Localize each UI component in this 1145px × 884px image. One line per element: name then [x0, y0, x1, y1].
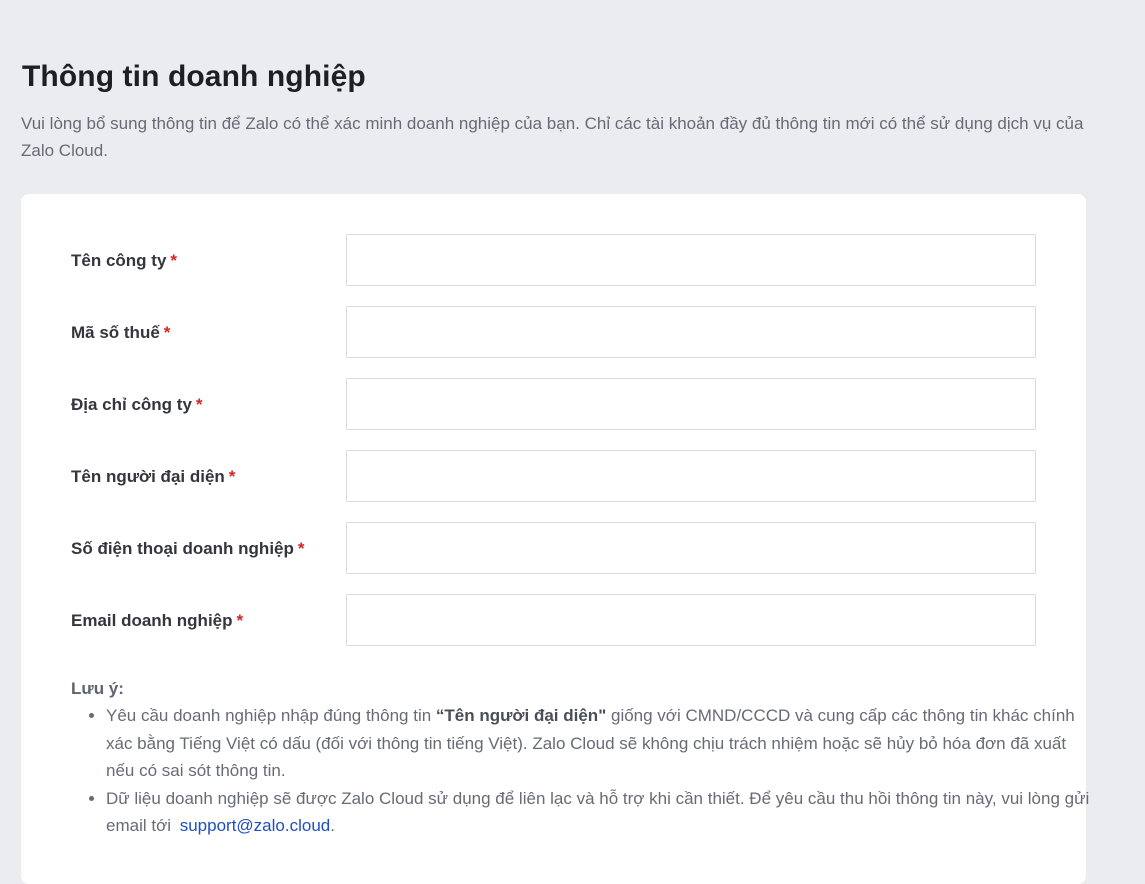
business-email-input[interactable]	[346, 594, 1036, 646]
note-item-1-bold: “Tên người đại diện"	[435, 706, 607, 725]
form-row-company-address: Địa chỉ công ty *	[21, 378, 1086, 430]
support-email-link[interactable]: support@zalo.cloud	[180, 816, 331, 835]
tax-code-label: Mã số thuế *	[71, 306, 170, 358]
note-item-1-text-before: Yêu cầu doanh nghiệp nhập đúng thông tin	[106, 706, 436, 725]
required-mark: *	[297, 539, 305, 558]
note-item-2-end: .	[330, 816, 335, 835]
company-address-input[interactable]	[346, 378, 1036, 430]
form-row-representative-name: Tên người đại diện *	[21, 450, 1086, 502]
form-row-tax-code: Mã số thuế *	[21, 306, 1086, 358]
representative-name-label: Tên người đại diện *	[71, 450, 235, 502]
company-address-label-text: Địa chỉ công ty	[71, 395, 192, 414]
required-mark: *	[228, 467, 236, 486]
representative-name-label-text: Tên người đại diện	[71, 467, 225, 486]
company-name-label: Tên công ty *	[71, 234, 177, 286]
required-mark: *	[163, 323, 171, 342]
note-item-data-usage: Dữ liệu doanh nghiệp sẽ được Zalo Cloud …	[106, 785, 1091, 840]
business-phone-input[interactable]	[346, 522, 1036, 574]
note-item-representative: Yêu cầu doanh nghiệp nhập đúng thông tin…	[106, 702, 1091, 785]
required-mark: *	[170, 251, 178, 270]
business-email-label: Email doanh nghiệp *	[71, 594, 243, 646]
required-mark: *	[236, 611, 244, 630]
business-info-card: Tên công ty * Mã số thuế * Địa chỉ công ty…	[21, 194, 1089, 884]
form-row-business-email: Email doanh nghiệp *	[21, 594, 1086, 646]
tax-code-label-text: Mã số thuế	[71, 323, 160, 342]
company-name-input[interactable]	[346, 234, 1036, 286]
note-title: Lưu ý:	[71, 679, 124, 698]
form-row-business-phone: Số điện thoại doanh nghiệp *	[21, 522, 1086, 574]
company-name-label-text: Tên công ty	[71, 251, 167, 270]
business-phone-label: Số điện thoại doanh nghiệp *	[71, 522, 305, 574]
required-mark: *	[195, 395, 203, 414]
company-address-label: Địa chỉ công ty *	[71, 378, 203, 430]
tax-code-input[interactable]	[346, 306, 1036, 358]
business-phone-label-text: Số điện thoại doanh nghiệp	[71, 539, 294, 558]
business-email-label-text: Email doanh nghiệp	[71, 611, 233, 630]
form-row-company-name: Tên công ty *	[21, 234, 1086, 286]
representative-name-input[interactable]	[346, 450, 1036, 502]
note-list: Yêu cầu doanh nghiệp nhập đúng thông tin…	[71, 702, 1091, 840]
page-title: Thông tin doanh nghiệp	[22, 60, 366, 93]
page-description: Vui lòng bổ sung thông tin để Zalo có th…	[21, 114, 1084, 160]
